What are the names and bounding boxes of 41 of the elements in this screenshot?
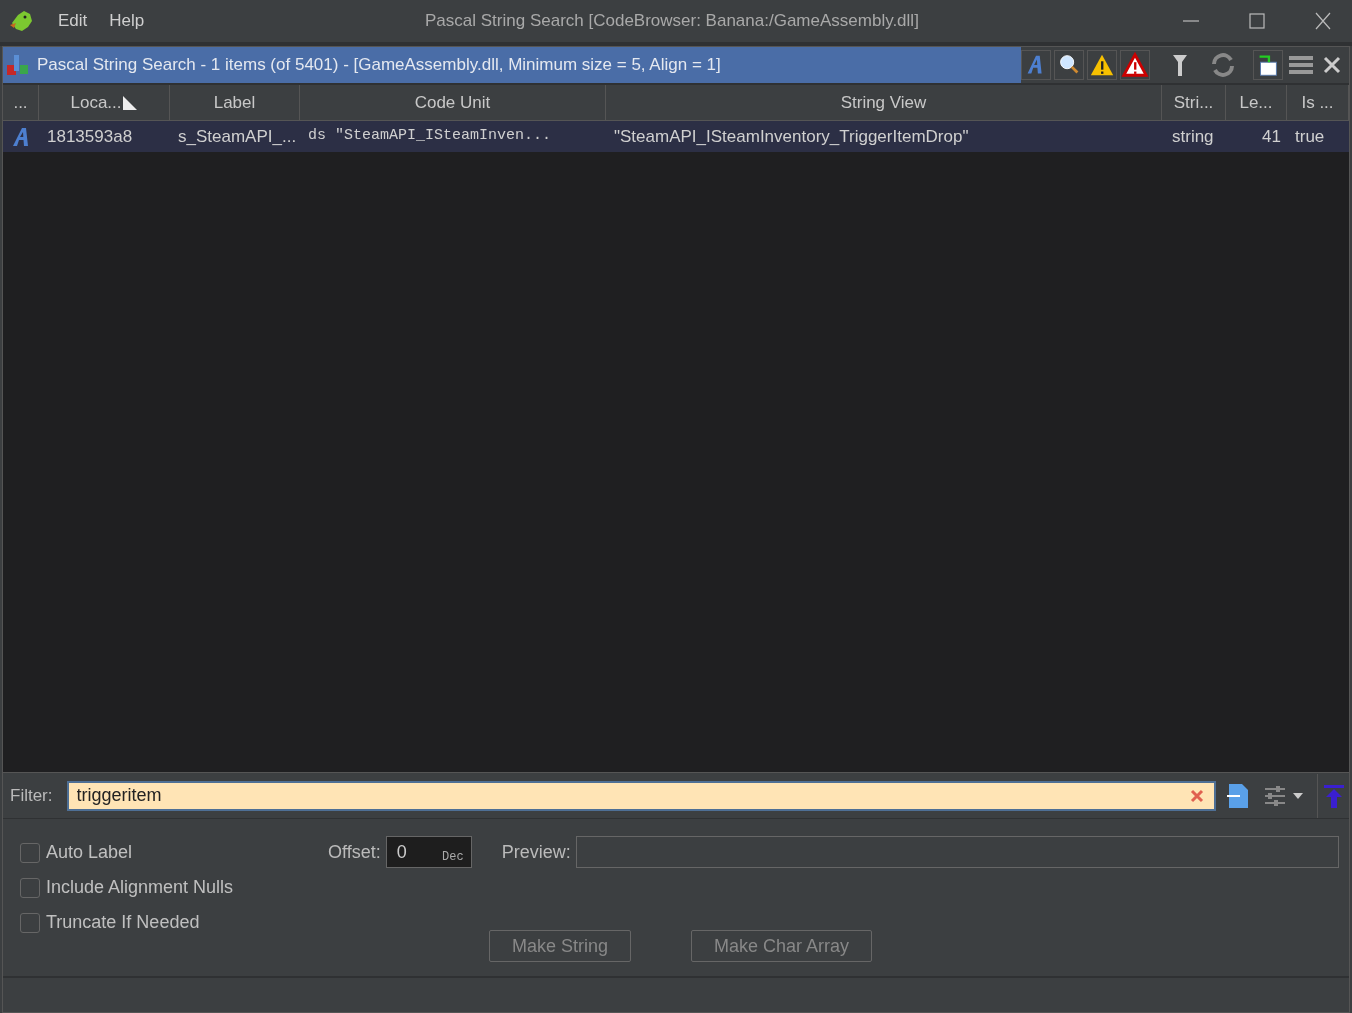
table-cell-text: "SteamAPI_ISteamInventory_TriggerItemDrop" bbox=[613, 125, 970, 148]
checkbox-label: Truncate If Needed bbox=[46, 911, 200, 934]
filter-field[interactable]: triggeritem bbox=[66, 780, 1216, 811]
column-header[interactable]: Le... bbox=[1226, 85, 1287, 120]
table-cell-text: 41 bbox=[1261, 125, 1282, 148]
column-header[interactable]: String View bbox=[606, 85, 1162, 120]
column-header[interactable]: Code Unit bbox=[300, 85, 606, 120]
preview-label: Preview: bbox=[501, 840, 571, 864]
dropdown-caret-icon[interactable] bbox=[1291, 791, 1304, 800]
checkbox-label: Auto Label bbox=[46, 841, 133, 864]
checkbox[interactable] bbox=[20, 877, 40, 898]
table-cell-text: s_SteamAPI_... bbox=[177, 125, 298, 148]
menu-item[interactable]: Edit bbox=[58, 8, 88, 34]
sliders-icon[interactable] bbox=[1263, 784, 1286, 807]
warning-icon[interactable] bbox=[1087, 50, 1117, 80]
table-cell-text: 1813593a8 bbox=[46, 125, 134, 148]
column-header[interactable]: Loca... bbox=[39, 85, 170, 120]
table-cell-text: string bbox=[1171, 125, 1215, 148]
checkbox[interactable] bbox=[20, 912, 40, 933]
column-header[interactable]: Stri... bbox=[1162, 85, 1226, 120]
unit-label: Dec bbox=[442, 849, 464, 866]
column-header[interactable]: Label bbox=[170, 85, 300, 120]
table-row[interactable]: 1813593a8 s_SteamAPI_... ds "SteamAPI_ISteamInven... "SteamAPI_ISteamInventory_TriggerItemDrop" string 41 true bbox=[3, 121, 1349, 152]
panel-title: Pascal String Search - 1 items (of 5401) - [GameAssembly.dll, Minimum size = 5, Align = 1] bbox=[37, 54, 721, 77]
checkbox-label: Include Alignment Nulls bbox=[46, 876, 234, 899]
column-header[interactable]: Is ... bbox=[1287, 85, 1349, 120]
clear-icon[interactable] bbox=[1189, 788, 1204, 803]
menu-item[interactable]: Help bbox=[109, 8, 145, 34]
magnifier-icon[interactable] bbox=[1054, 50, 1084, 80]
table-cell-text: ds "SteamAPI_ISteamInven... bbox=[307, 126, 553, 147]
table-cell-text: true bbox=[1294, 125, 1326, 148]
column-header[interactable]: ... bbox=[3, 85, 39, 120]
checkbox[interactable] bbox=[20, 842, 40, 863]
preview-field[interactable] bbox=[575, 836, 1339, 868]
italic-a-icon bbox=[12, 126, 30, 147]
table-export-icon[interactable] bbox=[1253, 50, 1283, 80]
window-title: Pascal String Search [CodeBrowser: Banana:/GameAssembly.dll] bbox=[425, 10, 919, 33]
error-icon[interactable] bbox=[1120, 50, 1150, 80]
filter-label: Filter: bbox=[10, 784, 53, 807]
offset-label: Offset: bbox=[328, 840, 381, 864]
document-icon[interactable] bbox=[1225, 782, 1250, 809]
